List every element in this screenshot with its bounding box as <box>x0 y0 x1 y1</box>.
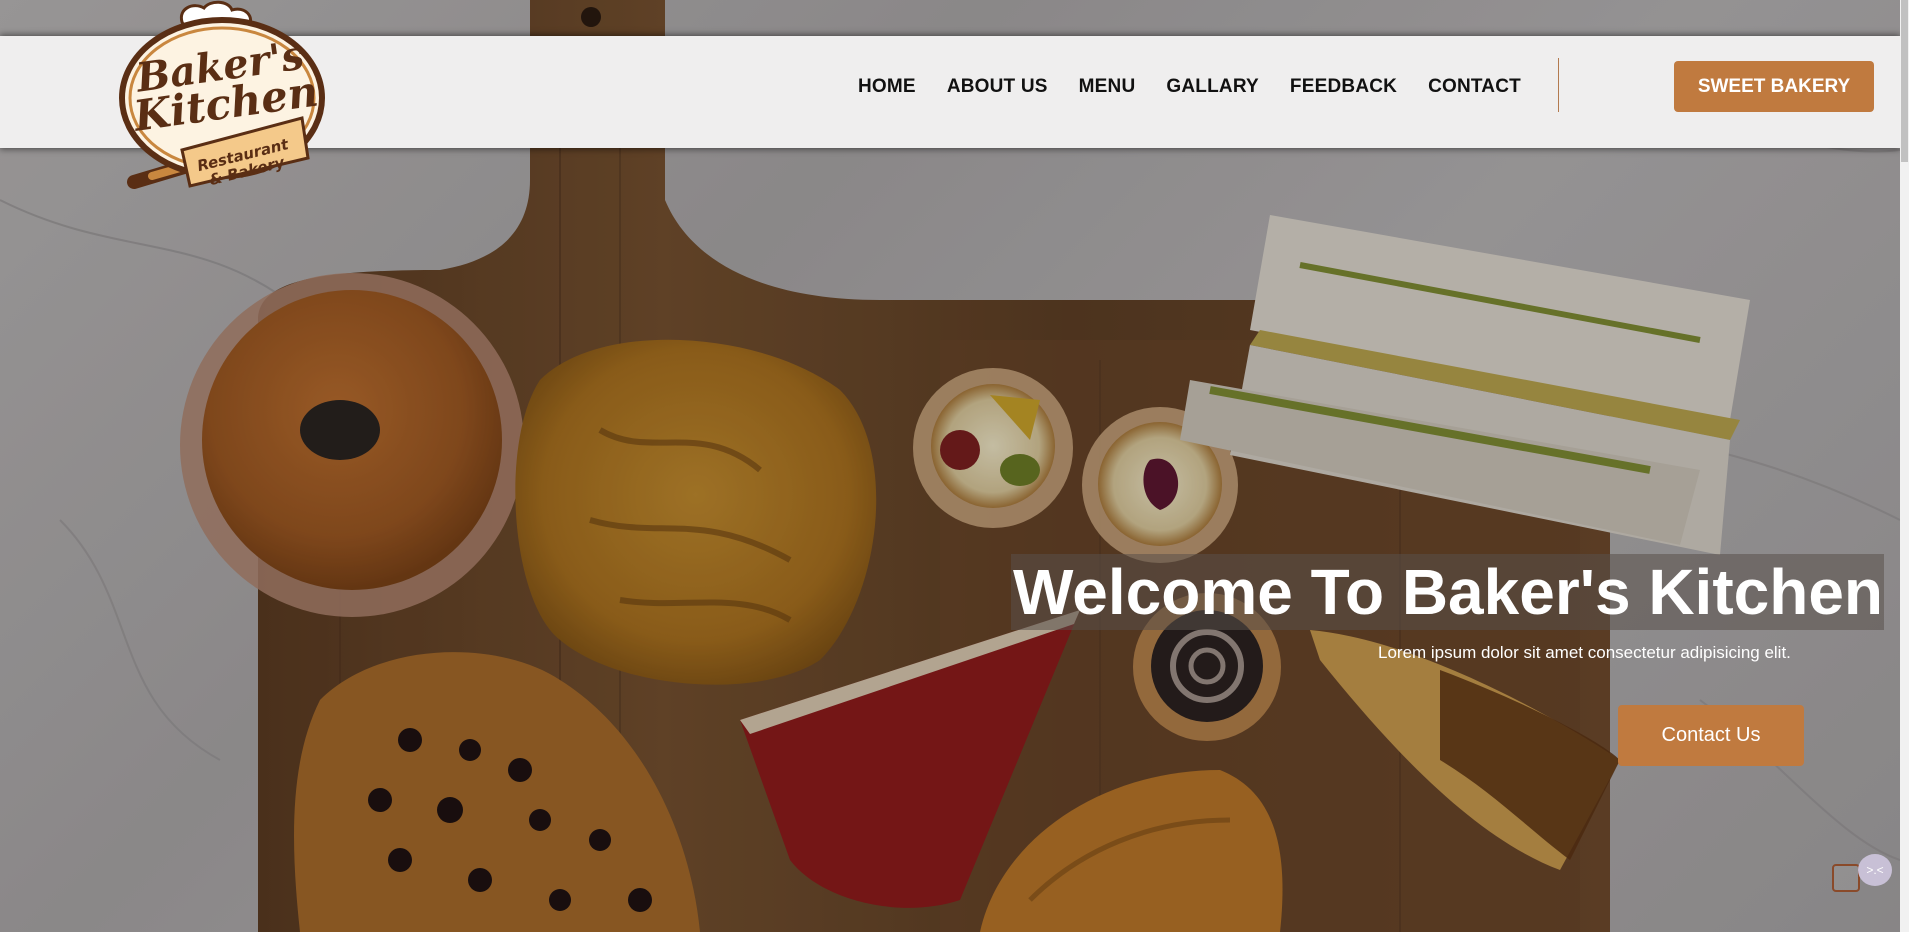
nav-feedback[interactable]: FEEDBACK <box>1290 76 1397 98</box>
nav-contact[interactable]: CONTACT <box>1428 76 1521 98</box>
main-nav: HOME ABOUT US MENU GALLARY FEEDBACK CONT… <box>858 76 1521 98</box>
chat-bubble-icon[interactable]: >.< <box>1858 854 1892 886</box>
nav-divider <box>1558 58 1559 112</box>
contact-us-button[interactable]: Contact Us <box>1618 705 1804 766</box>
scrollbar-thumb[interactable] <box>1901 0 1908 162</box>
nav-about-us[interactable]: ABOUT US <box>947 76 1048 98</box>
nav-gallary[interactable]: GALLARY <box>1166 76 1259 98</box>
logo-graphic: Baker's Kitchen Restaurant & Bakery <box>119 0 325 189</box>
hero-title: Welcome To Baker's Kitchen <box>1011 554 1884 630</box>
nav-home[interactable]: HOME <box>858 76 916 98</box>
floating-widget-toggle[interactable] <box>1832 864 1860 892</box>
sweet-bakery-button[interactable]: SWEET BAKERY <box>1674 61 1874 112</box>
hero-subtitle: Lorem ipsum dolor sit amet consectetur a… <box>1378 643 1791 662</box>
bakers-kitchen-logo[interactable]: Baker's Kitchen Restaurant & Bakery <box>112 0 334 200</box>
page-scrollbar[interactable] <box>1900 0 1909 932</box>
nav-menu[interactable]: MENU <box>1079 76 1136 98</box>
